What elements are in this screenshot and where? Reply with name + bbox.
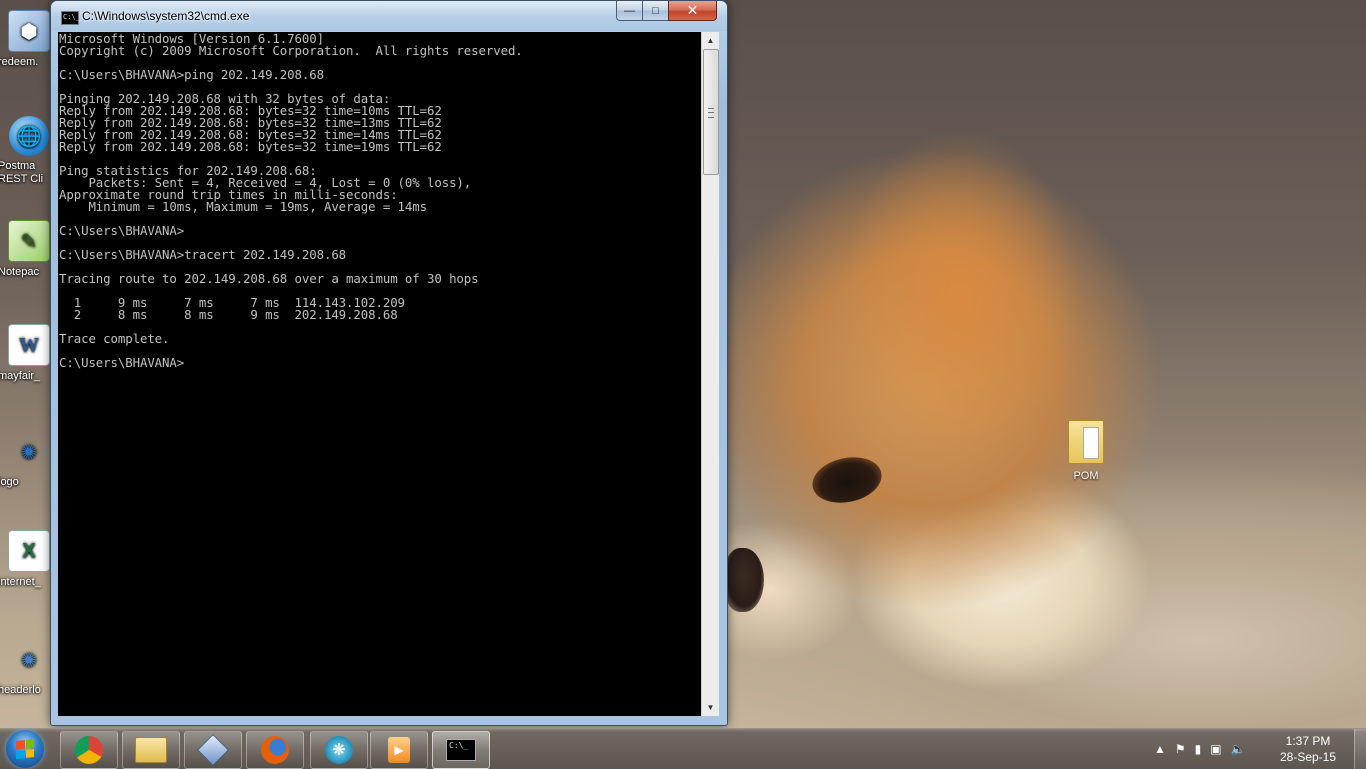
minimize-button[interactable]: — xyxy=(616,1,643,21)
window-title: C:\Windows\system32\cmd.exe xyxy=(82,9,250,23)
console-line: Copyright (c) 2009 Microsoft Corporation… xyxy=(59,43,523,58)
taskbar-firefox-button[interactable] xyxy=(246,731,304,769)
image-file-icon: ✺ xyxy=(20,649,38,672)
network-icon[interactable]: ▣ xyxy=(1210,742,1221,756)
taskbar-virtualbox-button[interactable] xyxy=(184,731,242,769)
cube-icon xyxy=(197,734,229,766)
grip-icon xyxy=(708,108,714,118)
console-line: 2 8 ms 8 ms 9 ms 202.149.208.68 xyxy=(59,307,398,322)
taskbar-clock[interactable]: 1:37 PM 28-Sep-15 xyxy=(1272,733,1344,765)
taskbar-chrome-button[interactable] xyxy=(60,731,118,769)
scroll-thumb[interactable] xyxy=(703,49,719,175)
start-button[interactable] xyxy=(6,730,44,768)
console-line: Trace complete. xyxy=(59,331,170,346)
console-line: C:\Users\BHAVANA> xyxy=(59,223,185,238)
console-line: C:\Users\BHAVANA> xyxy=(59,355,185,370)
cmd-icon: C:\_ xyxy=(446,739,476,761)
taskbar: ❋ ▶ C:\_ ▲ ⚑ ▮ ▣ 🔈 1:37 PM 28-Sep-15 xyxy=(0,728,1366,769)
folder-icon xyxy=(135,737,167,763)
wallpaper-dog-nose xyxy=(724,548,764,612)
console-output[interactable]: Microsoft Windows [Version 6.1.7600] Cop… xyxy=(58,32,701,716)
console-line: Tracing route to 202.149.208.68 over a m… xyxy=(59,271,479,286)
scroll-down-arrow-icon[interactable]: ▼ xyxy=(702,699,719,716)
volume-icon[interactable]: 🔈 xyxy=(1231,742,1246,756)
clock-time: 1:37 PM xyxy=(1285,734,1331,748)
show-hidden-icons-icon[interactable]: ▲ xyxy=(1154,742,1166,756)
console-text: Microsoft Windows [Version 6.1.7600] Cop… xyxy=(58,32,701,369)
action-center-flag-icon[interactable]: ⚑ xyxy=(1175,742,1186,756)
media-play-icon: ▶ xyxy=(388,737,410,763)
console-line: Reply from 202.149.208.68: bytes=32 time… xyxy=(59,139,442,154)
console-line: C:\Users\BHAVANA>tracert 202.149.208.68 xyxy=(59,247,347,262)
word-document-icon: W xyxy=(8,324,50,366)
folder-label: POM xyxy=(1073,470,1099,482)
firefox-icon xyxy=(261,736,289,764)
show-desktop-button[interactable] xyxy=(1354,729,1366,769)
system-tray: ▲ ⚑ ▮ ▣ 🔈 xyxy=(1154,729,1255,769)
chrome-icon xyxy=(75,736,103,764)
taskbar-cmd-button[interactable]: C:\_ xyxy=(432,731,490,769)
excel-document-icon: X xyxy=(8,530,50,572)
scroll-up-arrow-icon[interactable]: ▲ xyxy=(702,32,719,49)
snowflake-app-icon: ❋ xyxy=(325,736,353,764)
console-line: Minimum = 10ms, Maximum = 19ms, Average … xyxy=(59,199,427,214)
folder-icon xyxy=(1068,420,1104,464)
image-file-icon: ✺ xyxy=(20,441,38,464)
taskbar-media-player-button[interactable]: ▶ xyxy=(370,731,428,769)
close-button[interactable]: ✕ xyxy=(668,1,717,21)
notepad-plus-icon: ✎ xyxy=(8,220,50,262)
cmd-icon: C:\_ xyxy=(61,11,80,25)
cube-icon: ⬢ xyxy=(8,10,50,52)
clock-date: 28-Sep-15 xyxy=(1279,750,1337,764)
vertical-scrollbar[interactable]: ▲ ▼ xyxy=(701,32,719,716)
taskbar-file-explorer-button[interactable] xyxy=(122,731,180,769)
cmd-window[interactable]: C:\_ C:\Windows\system32\cmd.exe — □ ✕ M… xyxy=(50,0,728,726)
windows-logo-icon xyxy=(16,739,34,759)
taskbar-app-button[interactable]: ❋ xyxy=(310,731,368,769)
maximize-button[interactable]: □ xyxy=(642,1,669,21)
battery-icon[interactable]: ▮ xyxy=(1195,742,1202,756)
desktop-folder-pom[interactable]: POM xyxy=(1058,420,1114,482)
console-line: C:\Users\BHAVANA>ping 202.149.208.68 xyxy=(59,67,324,82)
globe-icon: 🌐 xyxy=(9,116,49,156)
